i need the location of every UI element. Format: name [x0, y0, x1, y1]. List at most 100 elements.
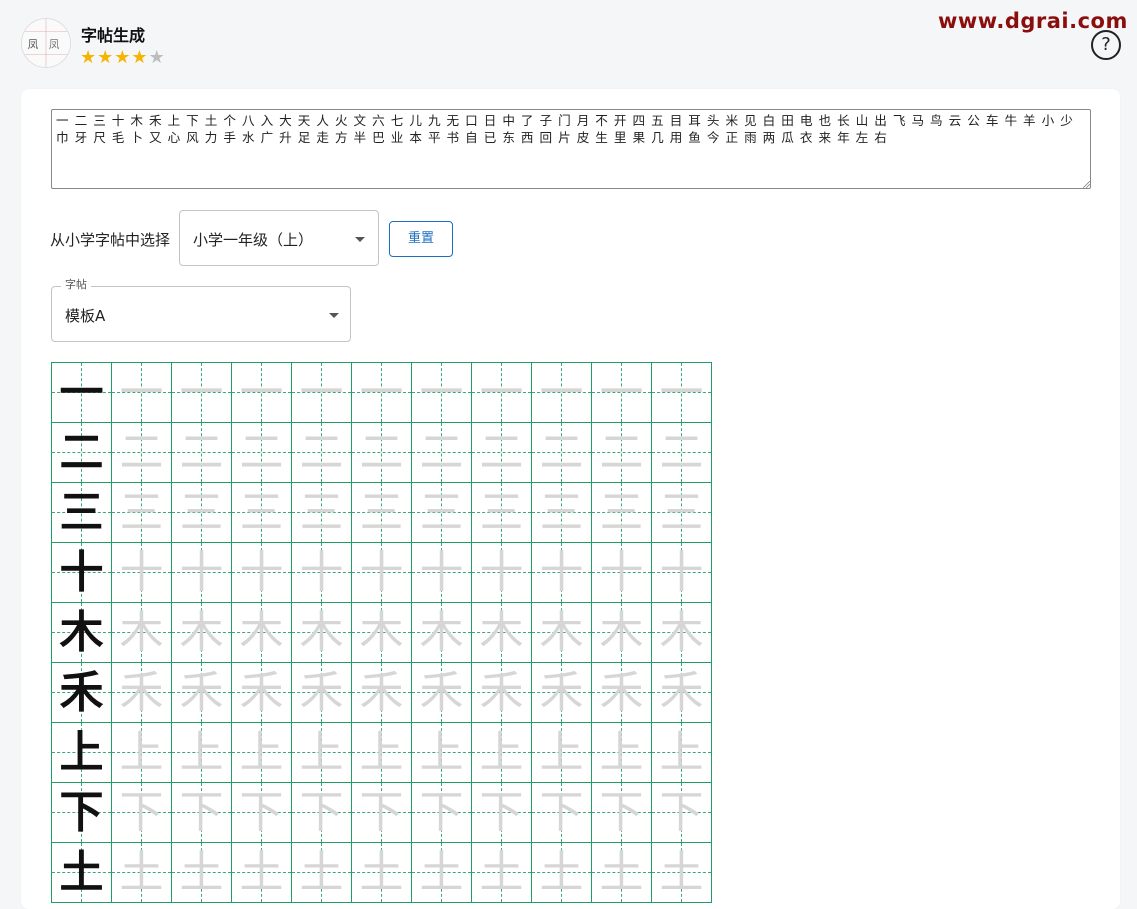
trace-character: 二: [359, 427, 404, 478]
grade-select-label: 从小学字帖中选择: [50, 231, 171, 249]
trace-cell: 土: [112, 843, 172, 903]
trace-character: 三: [419, 487, 464, 538]
trace-cell: 禾: [472, 663, 532, 723]
trace-character: 木: [659, 607, 704, 658]
trace-cell: 二: [352, 423, 412, 483]
trace-character: 十: [119, 547, 164, 598]
trace-cell: 三: [112, 483, 172, 543]
trace-cell: 三: [352, 483, 412, 543]
model-character: 土: [59, 847, 104, 898]
trace-character: 下: [299, 787, 344, 838]
model-cell: 木: [52, 603, 112, 663]
trace-cell: 一: [412, 363, 472, 423]
trace-character: 二: [299, 427, 344, 478]
trace-character: 上: [299, 727, 344, 778]
trace-character: 一: [659, 367, 704, 418]
trace-character: 禾: [419, 667, 464, 718]
trace-character: 禾: [299, 667, 344, 718]
trace-cell: 十: [532, 543, 592, 603]
trace-cell: 下: [232, 783, 292, 843]
grade-select-value: 小学一年级（上）: [193, 231, 314, 249]
model-cell: 下: [52, 783, 112, 843]
trace-cell: 下: [172, 783, 232, 843]
trace-character: 十: [419, 547, 464, 598]
trace-character: 十: [599, 547, 644, 598]
trace-character: 一: [539, 367, 584, 418]
trace-character: 上: [359, 727, 404, 778]
trace-cell: 一: [172, 363, 232, 423]
trace-character: 十: [359, 547, 404, 598]
model-cell: 一: [52, 363, 112, 423]
trace-character: 土: [659, 847, 704, 898]
trace-character: 土: [599, 847, 644, 898]
trace-character: 下: [479, 787, 524, 838]
trace-character: 二: [659, 427, 704, 478]
trace-cell: 二: [292, 423, 352, 483]
trace-character: 十: [239, 547, 284, 598]
trace-character: 一: [119, 367, 164, 418]
trace-cell: 土: [292, 843, 352, 903]
app-header: 凤 凤 字帖生成 ★ ★ ★ ★ ★ www.dgrai.com ?: [0, 0, 1137, 90]
trace-cell: 木: [412, 603, 472, 663]
model-cell: 禾: [52, 663, 112, 723]
star-icon: ★: [80, 47, 97, 68]
trace-cell: 下: [292, 783, 352, 843]
rating-stars: ★ ★ ★ ★ ★: [80, 49, 165, 67]
trace-cell: 二: [412, 423, 472, 483]
chevron-down-icon: [355, 237, 365, 242]
trace-cell: 木: [472, 603, 532, 663]
trace-cell: 下: [112, 783, 172, 843]
trace-cell: 土: [592, 843, 652, 903]
trace-character: 土: [419, 847, 464, 898]
trace-cell: 上: [652, 723, 712, 783]
model-character: 木: [59, 607, 104, 658]
trace-cell: 一: [472, 363, 532, 423]
model-character: 上: [59, 727, 104, 778]
trace-cell: 下: [532, 783, 592, 843]
site-watermark: www.dgrai.com: [938, 9, 1128, 33]
trace-cell: 上: [592, 723, 652, 783]
trace-character: 木: [239, 607, 284, 658]
trace-character: 三: [539, 487, 584, 538]
star-icon: ★: [148, 47, 165, 68]
trace-character: 上: [419, 727, 464, 778]
trace-cell: 十: [352, 543, 412, 603]
trace-cell: 二: [172, 423, 232, 483]
template-select[interactable]: 模板A: [51, 286, 351, 342]
reset-button[interactable]: 重置: [389, 221, 453, 257]
trace-cell: 禾: [592, 663, 652, 723]
trace-cell: 十: [112, 543, 172, 603]
star-icon: ★: [114, 47, 131, 68]
trace-character: 土: [239, 847, 284, 898]
trace-cell: 禾: [532, 663, 592, 723]
trace-character: 下: [359, 787, 404, 838]
trace-cell: 一: [112, 363, 172, 423]
trace-character: 二: [119, 427, 164, 478]
help-button[interactable]: ?: [1091, 30, 1121, 60]
trace-cell: 木: [652, 603, 712, 663]
trace-character: 土: [539, 847, 584, 898]
svg-text:凤: 凤: [28, 39, 39, 51]
trace-cell: 土: [472, 843, 532, 903]
trace-character: 上: [239, 727, 284, 778]
trace-character: 三: [299, 487, 344, 538]
trace-character: 一: [239, 367, 284, 418]
trace-cell: 三: [292, 483, 352, 543]
trace-character: 木: [179, 607, 224, 658]
trace-cell: 二: [592, 423, 652, 483]
trace-cell: 下: [412, 783, 472, 843]
trace-character: 二: [179, 427, 224, 478]
trace-character: 十: [539, 547, 584, 598]
trace-cell: 土: [232, 843, 292, 903]
trace-character: 木: [359, 607, 404, 658]
grade-select[interactable]: 小学一年级（上）: [179, 210, 379, 266]
resize-grip-icon[interactable]: [1083, 181, 1090, 188]
trace-cell: 土: [352, 843, 412, 903]
trace-character: 禾: [119, 667, 164, 718]
trace-character: 木: [479, 607, 524, 658]
trace-cell: 二: [532, 423, 592, 483]
trace-cell: 上: [112, 723, 172, 783]
trace-character: 土: [179, 847, 224, 898]
characters-textarea[interactable]: 一 二 三 十 木 禾 上 下 土 个 八 入 大 天 人 火 文 六 七 儿 …: [51, 109, 1091, 189]
trace-cell: 一: [352, 363, 412, 423]
